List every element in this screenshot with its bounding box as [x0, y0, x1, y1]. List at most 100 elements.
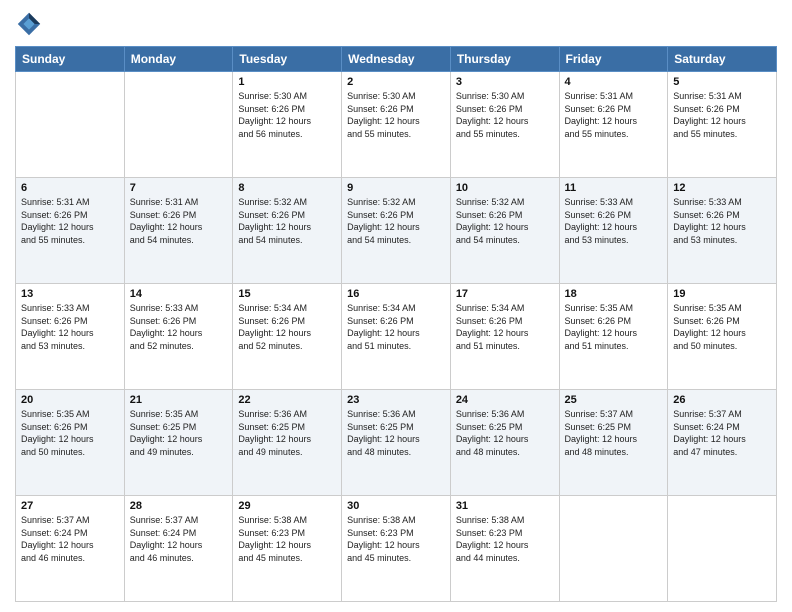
calendar-cell: 14 Sunrise: 5:33 AM Sunset: 6:26 PM Dayli…: [124, 284, 233, 390]
weekday-header: Tuesday: [233, 47, 342, 72]
weekday-header: Monday: [124, 47, 233, 72]
day-number: 13: [21, 288, 119, 300]
day-info: Sunrise: 5:32 AM Sunset: 6:26 PM Dayligh…: [347, 196, 445, 246]
day-info: Sunrise: 5:31 AM Sunset: 6:26 PM Dayligh…: [21, 196, 119, 246]
page: SundayMondayTuesdayWednesdayThursdayFrid…: [0, 0, 792, 612]
calendar-cell: 18 Sunrise: 5:35 AM Sunset: 6:26 PM Dayli…: [559, 284, 668, 390]
day-info: Sunrise: 5:33 AM Sunset: 6:26 PM Dayligh…: [130, 302, 228, 352]
day-number: 10: [456, 182, 554, 194]
day-info: Sunrise: 5:37 AM Sunset: 6:24 PM Dayligh…: [21, 514, 119, 564]
day-info: Sunrise: 5:38 AM Sunset: 6:23 PM Dayligh…: [238, 514, 336, 564]
calendar-cell: 22 Sunrise: 5:36 AM Sunset: 6:25 PM Dayli…: [233, 390, 342, 496]
day-number: 23: [347, 394, 445, 406]
calendar-week-row: 13 Sunrise: 5:33 AM Sunset: 6:26 PM Dayli…: [16, 284, 777, 390]
day-info: Sunrise: 5:31 AM Sunset: 6:26 PM Dayligh…: [130, 196, 228, 246]
calendar-cell: 20 Sunrise: 5:35 AM Sunset: 6:26 PM Dayli…: [16, 390, 125, 496]
day-number: 8: [238, 182, 336, 194]
weekday-header: Saturday: [668, 47, 777, 72]
day-number: 27: [21, 500, 119, 512]
day-info: Sunrise: 5:37 AM Sunset: 6:24 PM Dayligh…: [673, 408, 771, 458]
calendar-cell: 25 Sunrise: 5:37 AM Sunset: 6:25 PM Dayli…: [559, 390, 668, 496]
day-info: Sunrise: 5:35 AM Sunset: 6:26 PM Dayligh…: [21, 408, 119, 458]
calendar-cell: 30Sunrise: 5:38 AM Sunset: 6:23 PM Dayli…: [342, 496, 451, 602]
day-info: Sunrise: 5:34 AM Sunset: 6:26 PM Dayligh…: [347, 302, 445, 352]
calendar-cell: 7 Sunrise: 5:31 AM Sunset: 6:26 PM Daylig…: [124, 178, 233, 284]
day-number: 25: [565, 394, 663, 406]
calendar-cell: [16, 72, 125, 178]
calendar-cell: [559, 496, 668, 602]
day-number: 5: [673, 76, 771, 88]
calendar-header-row: SundayMondayTuesdayWednesdayThursdayFrid…: [16, 47, 777, 72]
calendar-week-row: 27 Sunrise: 5:37 AM Sunset: 6:24 PM Dayli…: [16, 496, 777, 602]
calendar-cell: 6 Sunrise: 5:31 AM Sunset: 6:26 PM Daylig…: [16, 178, 125, 284]
calendar-cell: [124, 72, 233, 178]
day-number: 20: [21, 394, 119, 406]
day-number: 21: [130, 394, 228, 406]
day-number: 7: [130, 182, 228, 194]
calendar-cell: 17Sunrise: 5:34 AM Sunset: 6:26 PM Dayli…: [450, 284, 559, 390]
day-number: 3: [456, 76, 554, 88]
day-number: 29: [238, 500, 336, 512]
calendar-cell: 11 Sunrise: 5:33 AM Sunset: 6:26 PM Dayli…: [559, 178, 668, 284]
weekday-header: Sunday: [16, 47, 125, 72]
day-info: Sunrise: 5:34 AM Sunset: 6:26 PM Dayligh…: [238, 302, 336, 352]
day-info: Sunrise: 5:35 AM Sunset: 6:25 PM Dayligh…: [130, 408, 228, 458]
calendar-cell: 10Sunrise: 5:32 AM Sunset: 6:26 PM Dayli…: [450, 178, 559, 284]
day-number: 31: [456, 500, 554, 512]
calendar-cell: 9 Sunrise: 5:32 AM Sunset: 6:26 PM Daylig…: [342, 178, 451, 284]
day-info: Sunrise: 5:31 AM Sunset: 6:26 PM Dayligh…: [673, 90, 771, 140]
calendar-cell: 1Sunrise: 5:30 AM Sunset: 6:26 PM Daylig…: [233, 72, 342, 178]
calendar-cell: 15 Sunrise: 5:34 AM Sunset: 6:26 PM Dayli…: [233, 284, 342, 390]
day-number: 6: [21, 182, 119, 194]
day-number: 2: [347, 76, 445, 88]
day-info: Sunrise: 5:30 AM Sunset: 6:26 PM Dayligh…: [456, 90, 554, 140]
logo-icon: [15, 10, 43, 38]
calendar-cell: 28 Sunrise: 5:37 AM Sunset: 6:24 PM Dayli…: [124, 496, 233, 602]
calendar-cell: 3 Sunrise: 5:30 AM Sunset: 6:26 PM Daylig…: [450, 72, 559, 178]
calendar-cell: 19Sunrise: 5:35 AM Sunset: 6:26 PM Dayli…: [668, 284, 777, 390]
day-number: 1: [238, 76, 336, 88]
day-number: 17: [456, 288, 554, 300]
calendar-cell: [668, 496, 777, 602]
day-number: 14: [130, 288, 228, 300]
day-info: Sunrise: 5:36 AM Sunset: 6:25 PM Dayligh…: [347, 408, 445, 458]
weekday-header: Friday: [559, 47, 668, 72]
calendar-cell: 26Sunrise: 5:37 AM Sunset: 6:24 PM Dayli…: [668, 390, 777, 496]
day-info: Sunrise: 5:38 AM Sunset: 6:23 PM Dayligh…: [347, 514, 445, 564]
day-info: Sunrise: 5:37 AM Sunset: 6:24 PM Dayligh…: [130, 514, 228, 564]
day-info: Sunrise: 5:36 AM Sunset: 6:25 PM Dayligh…: [238, 408, 336, 458]
day-info: Sunrise: 5:33 AM Sunset: 6:26 PM Dayligh…: [565, 196, 663, 246]
day-info: Sunrise: 5:35 AM Sunset: 6:26 PM Dayligh…: [565, 302, 663, 352]
day-info: Sunrise: 5:37 AM Sunset: 6:25 PM Dayligh…: [565, 408, 663, 458]
day-number: 22: [238, 394, 336, 406]
day-info: Sunrise: 5:33 AM Sunset: 6:26 PM Dayligh…: [673, 196, 771, 246]
day-number: 12: [673, 182, 771, 194]
day-info: Sunrise: 5:30 AM Sunset: 6:26 PM Dayligh…: [347, 90, 445, 140]
calendar-cell: 24 Sunrise: 5:36 AM Sunset: 6:25 PM Dayli…: [450, 390, 559, 496]
header: [15, 10, 777, 38]
day-number: 24: [456, 394, 554, 406]
calendar-week-row: 1 Sunrise: 5:30 AM Sunset: 6:26 PM Daylig…: [16, 72, 777, 178]
calendar-cell: 27 Sunrise: 5:37 AM Sunset: 6:24 PM Dayli…: [16, 496, 125, 602]
day-info: Sunrise: 5:33 AM Sunset: 6:26 PM Dayligh…: [21, 302, 119, 352]
day-info: Sunrise: 5:32 AM Sunset: 6:26 PM Dayligh…: [238, 196, 336, 246]
day-number: 4: [565, 76, 663, 88]
calendar-cell: 21 Sunrise: 5:35 AM Sunset: 6:25 PM Dayli…: [124, 390, 233, 496]
weekday-header: Thursday: [450, 47, 559, 72]
calendar-cell: 31 Sunrise: 5:38 AM Sunset: 6:23 PM Dayli…: [450, 496, 559, 602]
day-number: 28: [130, 500, 228, 512]
day-number: 9: [347, 182, 445, 194]
day-number: 15: [238, 288, 336, 300]
calendar-cell: 8 Sunrise: 5:32 AM Sunset: 6:26 PM Daylig…: [233, 178, 342, 284]
day-info: Sunrise: 5:35 AM Sunset: 6:26 PM Dayligh…: [673, 302, 771, 352]
day-number: 18: [565, 288, 663, 300]
calendar-week-row: 20 Sunrise: 5:35 AM Sunset: 6:26 PM Dayli…: [16, 390, 777, 496]
day-number: 11: [565, 182, 663, 194]
day-info: Sunrise: 5:36 AM Sunset: 6:25 PM Dayligh…: [456, 408, 554, 458]
calendar-cell: 13 Sunrise: 5:33 AM Sunset: 6:26 PM Dayli…: [16, 284, 125, 390]
calendar-cell: 16Sunrise: 5:34 AM Sunset: 6:26 PM Dayli…: [342, 284, 451, 390]
calendar-cell: 5 Sunrise: 5:31 AM Sunset: 6:26 PM Daylig…: [668, 72, 777, 178]
calendar-cell: 29 Sunrise: 5:38 AM Sunset: 6:23 PM Dayli…: [233, 496, 342, 602]
calendar-week-row: 6 Sunrise: 5:31 AM Sunset: 6:26 PM Daylig…: [16, 178, 777, 284]
day-info: Sunrise: 5:38 AM Sunset: 6:23 PM Dayligh…: [456, 514, 554, 564]
